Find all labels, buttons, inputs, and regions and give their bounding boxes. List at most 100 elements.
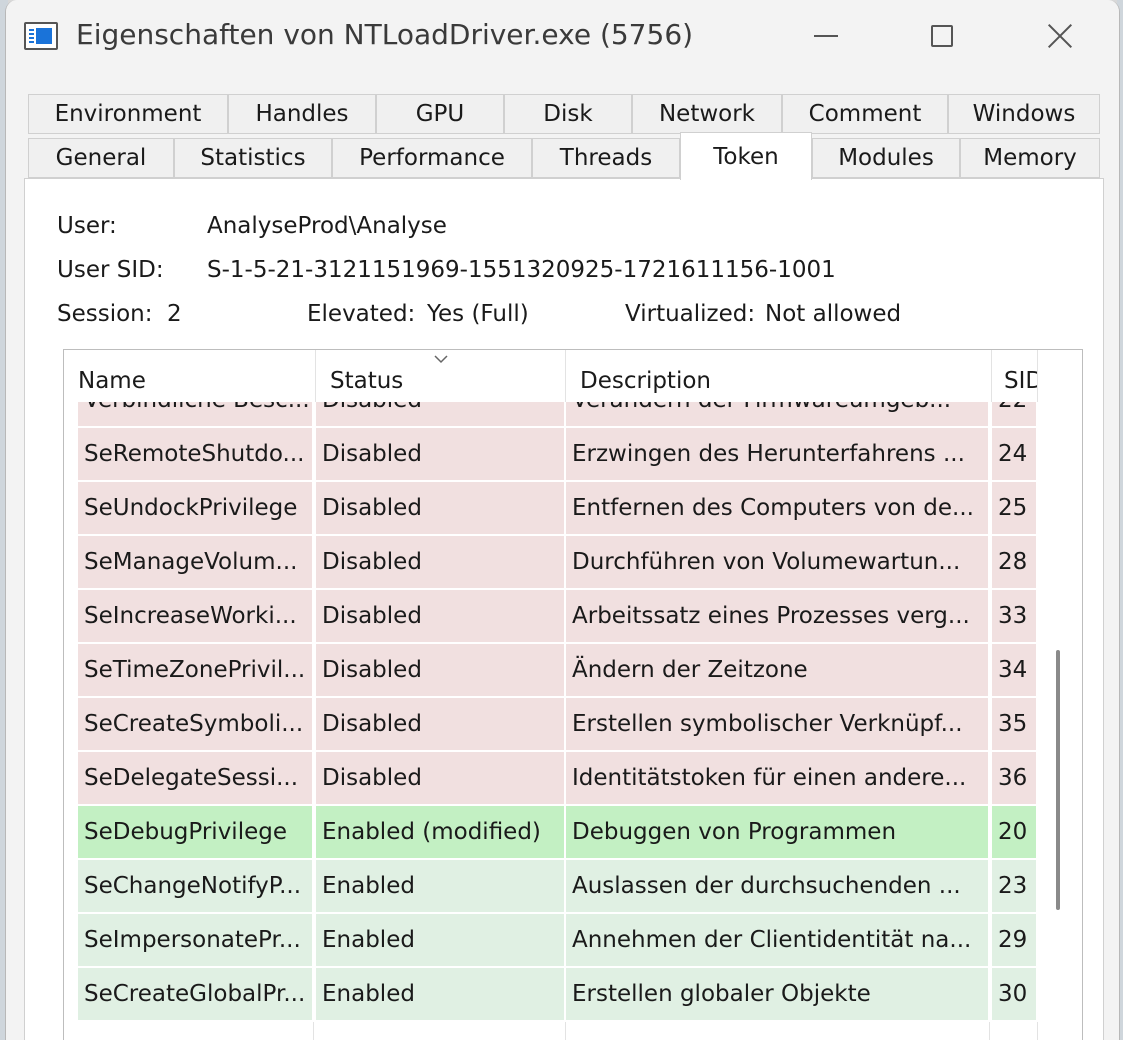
cell-sid: 25 — [992, 482, 1036, 534]
cell-name: SeCreateGlobalPr... — [78, 968, 312, 1020]
sort-down-icon — [434, 355, 448, 364]
cell-sid: 36 — [992, 752, 1036, 804]
privileges-list[interactable]: Verbindliche Besc...DisabledVerändern de… — [63, 349, 1083, 1040]
tab-memory[interactable]: Memory — [960, 138, 1100, 178]
cell-description: Identitätstoken für einen andere... — [566, 752, 988, 804]
cell-name: SeUndockPrivilege — [78, 482, 312, 534]
table-row[interactable]: SeDelegateSessi... Disabled Identitätstoke… — [78, 752, 1038, 804]
elevated-label: Elevated: — [307, 301, 416, 327]
cell-description: Auslassen der durchsuchenden ... — [566, 860, 988, 912]
token-panel: User: AnalyseProd\Analyse User SID: S-1-… — [24, 178, 1104, 1040]
empty-cell — [566, 1022, 990, 1040]
cell-status: Enabled — [316, 914, 564, 966]
table-row[interactable]: SeTimeZonePrivil... Disabled Ändern der Ze… — [78, 644, 1038, 696]
window-title: Eigenschaften von NTLoadDriver.exe (5756… — [76, 18, 694, 51]
cell-sid: 30 — [992, 968, 1036, 1020]
vertical-scrollbar[interactable] — [1056, 650, 1060, 910]
table-row[interactable]: SeManageVolum... Disabled Durchführen von … — [78, 536, 1038, 588]
cell-name: SeChangeNotifyP... — [78, 860, 312, 912]
tab-disk[interactable]: Disk — [504, 94, 632, 134]
cell-description: Erzwingen des Herunterfahrens ... — [566, 428, 988, 480]
cell-sid: 28 — [992, 536, 1036, 588]
tab-gpu[interactable]: GPU — [376, 94, 504, 134]
table-row[interactable]: SeChangeNotifyP... Enabled Auslassen der d… — [78, 860, 1038, 912]
table-row[interactable]: SeCreateGlobalPr... Enabled Erstellen glob… — [78, 968, 1038, 1020]
user-sid-value: S-1-5-21-3121151969-1551320925-172161115… — [207, 257, 836, 283]
cell-status: Disabled — [316, 590, 564, 642]
tab-performance[interactable]: Performance — [332, 138, 532, 178]
cell-status: Enabled — [316, 968, 564, 1020]
list-header: Name Status Description SID — [64, 350, 1064, 402]
tab-general[interactable]: General — [28, 138, 174, 178]
cell-name: SeTimeZonePrivil... — [78, 644, 312, 696]
cell-sid: 24 — [992, 428, 1036, 480]
cell-description: Erstellen symbolischer Verknüpf... — [566, 698, 988, 750]
cell-name: SeDelegateSessi... — [78, 752, 312, 804]
cell-description: Annehmen der Clientidentität na... — [566, 914, 988, 966]
cell-name: SeManageVolum... — [78, 536, 312, 588]
cell-description: Ändern der Zeitzone — [566, 644, 988, 696]
table-row[interactable]: SeImpersonatePr... Enabled Annehmen der Cl… — [78, 914, 1038, 966]
cell-status: Enabled — [316, 860, 564, 912]
cell-name: SeImpersonatePr... — [78, 914, 312, 966]
tab-comment[interactable]: Comment — [782, 94, 948, 134]
cell-sid: 29 — [992, 914, 1036, 966]
column-header-description[interactable]: Description — [566, 350, 992, 402]
tab-statistics[interactable]: Statistics — [174, 138, 332, 178]
empty-cell — [992, 1022, 1038, 1040]
empty-row — [78, 1022, 1038, 1040]
empty-cell — [316, 1022, 566, 1040]
cell-name: SeIncreaseWorki... — [78, 590, 312, 642]
user-value: AnalyseProd\Analyse — [207, 213, 447, 239]
tab-threads[interactable]: Threads — [532, 138, 680, 178]
table-row[interactable]: SeUndockPrivilege Disabled Entfernen des C… — [78, 482, 1038, 534]
maximize-icon — [931, 25, 953, 47]
column-header-sid[interactable]: SID — [992, 350, 1038, 402]
cell-status: Disabled — [316, 482, 564, 534]
cell-sid: 20 — [992, 806, 1036, 858]
cell-description: Arbeitssatz eines Prozesses verg... — [566, 590, 988, 642]
table-row[interactable]: SeRemoteShutdo... Disabled Erzwingen des H… — [78, 428, 1038, 480]
cell-description: Durchführen von Volumewartun... — [566, 536, 988, 588]
user-label: User: — [57, 213, 117, 239]
cell-sid: 23 — [992, 860, 1036, 912]
table-row[interactable]: SeDebugPrivilege Enabled (modified) Debugg… — [78, 806, 1038, 858]
cell-sid: 34 — [992, 644, 1036, 696]
table-row[interactable]: SeIncreaseWorki... Disabled Arbeitssatz ei… — [78, 590, 1038, 642]
virtualized-value: Not allowed — [765, 301, 902, 327]
cell-description: Debuggen von Programmen — [566, 806, 988, 858]
user-sid-label: User SID: — [57, 257, 164, 283]
minimize-icon — [814, 35, 838, 37]
cell-status: Disabled — [316, 644, 564, 696]
minimize-button[interactable] — [796, 14, 856, 58]
close-icon — [1046, 22, 1074, 50]
virtualized-label: Virtualized: — [625, 301, 756, 327]
tab-handles[interactable]: Handles — [228, 94, 376, 134]
cell-name: SeDebugPrivilege — [78, 806, 312, 858]
close-button[interactable] — [1030, 14, 1090, 58]
title-bar[interactable]: Eigenschaften von NTLoadDriver.exe (5756… — [6, 0, 1119, 74]
cell-sid: 35 — [992, 698, 1036, 750]
cell-status: Disabled — [316, 428, 564, 480]
cell-status: Disabled — [316, 698, 564, 750]
elevated-value: Yes (Full) — [427, 301, 529, 327]
cell-status: Disabled — [316, 752, 564, 804]
maximize-button[interactable] — [912, 14, 972, 58]
tab-token[interactable]: Token — [680, 132, 812, 180]
cell-name: SeRemoteShutdo... — [78, 428, 312, 480]
cell-description: Entfernen des Computers von de... — [566, 482, 988, 534]
tab-environment[interactable]: Environment — [28, 94, 228, 134]
cell-sid: 33 — [992, 590, 1036, 642]
cell-status: Disabled — [316, 536, 564, 588]
properties-window: Eigenschaften von NTLoadDriver.exe (5756… — [5, 0, 1120, 1040]
tab-windows[interactable]: Windows — [948, 94, 1100, 134]
table-row[interactable]: SeCreateSymboli... Disabled Erstellen symb… — [78, 698, 1038, 750]
session-label: Session: — [57, 301, 153, 327]
column-header-name[interactable]: Name — [64, 350, 316, 402]
cell-name: SeCreateSymboli... — [78, 698, 312, 750]
cell-status: Enabled (modified) — [316, 806, 564, 858]
session-value: 2 — [167, 301, 182, 327]
tab-modules[interactable]: Modules — [812, 138, 960, 178]
cell-description: Erstellen globaler Objekte — [566, 968, 988, 1020]
tab-network[interactable]: Network — [632, 94, 782, 134]
